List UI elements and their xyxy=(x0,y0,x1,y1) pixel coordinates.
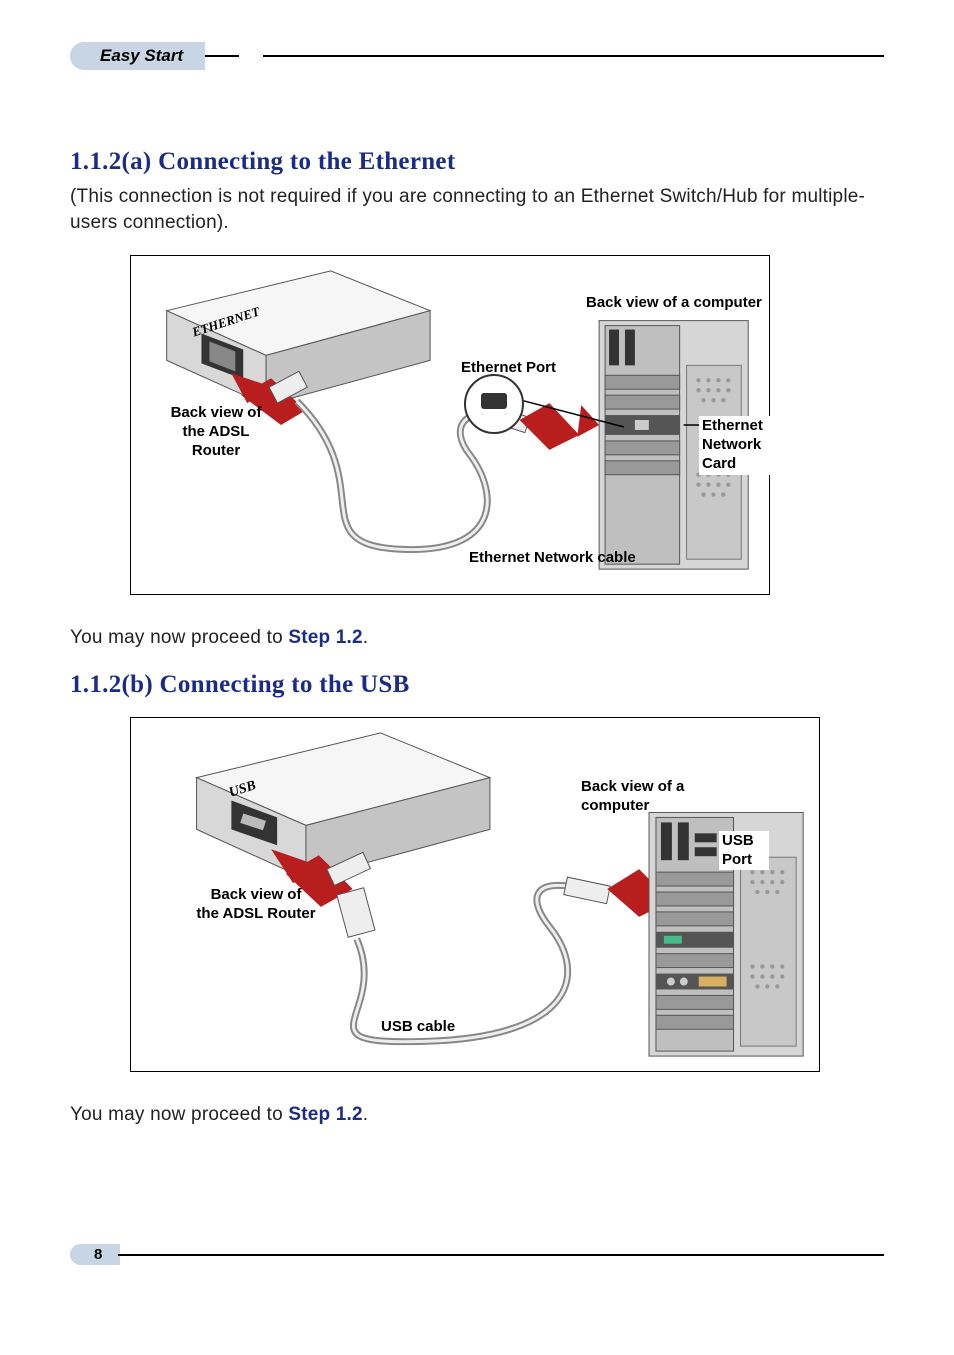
header-divider-short xyxy=(203,55,239,57)
proceed-step-b: Step 1.2 xyxy=(288,1104,362,1125)
usb-router-back-label: Back view of the ADSL Router xyxy=(186,886,326,924)
header-tab-label: Easy Start xyxy=(100,46,183,65)
header-tab: Easy Start xyxy=(70,42,205,70)
footer-divider xyxy=(118,1254,884,1256)
proceed-suffix-b: . xyxy=(363,1104,368,1125)
page-footer: 8 xyxy=(70,1244,884,1265)
router-port-label: ETHERNET xyxy=(190,304,262,341)
section-b-title: 1.1.2(b) Connecting to the USB xyxy=(70,671,884,699)
usb-port-label: USB Port xyxy=(719,831,769,871)
proceed-suffix-a: . xyxy=(363,627,368,648)
section-a-title: 1.1.2(a) Connecting to the Ethernet xyxy=(70,148,884,176)
proceed-step-a: Step 1.2 xyxy=(288,627,362,648)
section-a-intro: (This connection is not required if you … xyxy=(70,184,884,235)
page-number: 8 xyxy=(94,1246,102,1263)
proceed-prefix-a: You may now proceed to xyxy=(70,627,288,648)
section-b-proceed: You may now proceed to Step 1.2. xyxy=(70,1102,884,1128)
ethernet-card-label: Ethernet Network Card xyxy=(699,416,799,474)
ethernet-port-inset-icon xyxy=(464,374,524,434)
proceed-prefix-b: You may now proceed to xyxy=(70,1104,288,1125)
header-divider-long xyxy=(263,55,884,57)
rj45-icon xyxy=(481,393,507,415)
page-header: Easy Start xyxy=(70,42,884,70)
usb-router-back-label-text: Back view of the ADSL Router xyxy=(196,886,315,922)
diagram-ethernet: ETHERNET Back view of the ADSL Router Et… xyxy=(130,255,770,595)
ethernet-cable-label: Ethernet Network cable xyxy=(469,549,636,568)
router-back-label: Back view of the ADSL Router xyxy=(161,404,271,460)
usb-cable-label: USB cable xyxy=(381,1018,455,1037)
usb-computer-back-label: Back view of a computer xyxy=(581,778,721,816)
computer-back-label: Back view of a computer xyxy=(586,294,762,313)
usb-router-port-label: USB xyxy=(227,777,258,802)
usb-computer-back-label-text: Back view of a computer xyxy=(581,778,684,814)
usb-port-label-text: USB Port xyxy=(722,832,754,868)
ethernet-card-label-text: Ethernet Network Card xyxy=(702,417,763,472)
page-number-pill: 8 xyxy=(70,1244,120,1265)
diagram-usb: USB Back view of the ADSL Router Back vi… xyxy=(130,717,820,1072)
section-a-proceed: You may now proceed to Step 1.2. xyxy=(70,625,884,651)
router-back-label-text: Back view of the ADSL Router xyxy=(171,404,262,459)
ethernet-port-label: Ethernet Port xyxy=(461,359,556,378)
